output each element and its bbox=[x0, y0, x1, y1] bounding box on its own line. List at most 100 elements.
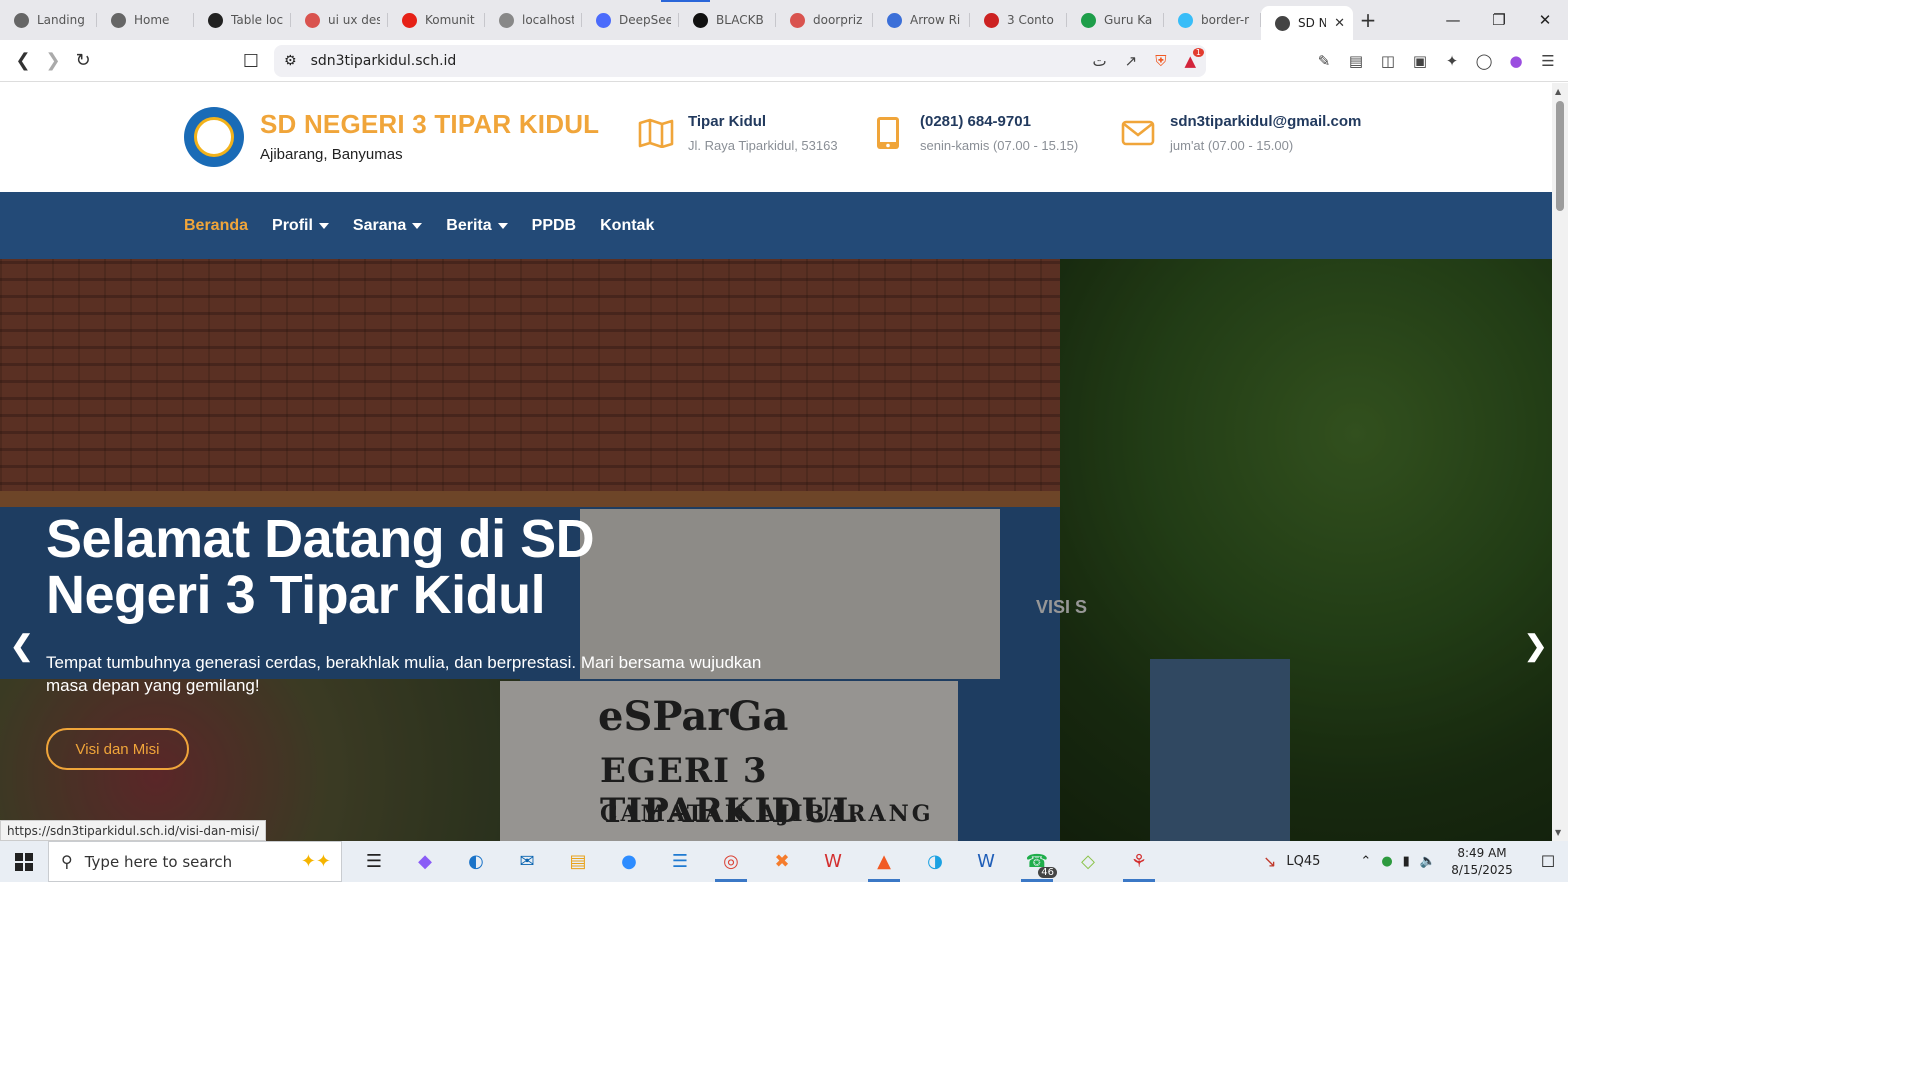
whatsapp-badge: 46 bbox=[1038, 867, 1057, 878]
stock-label[interactable]: LQ45 bbox=[1286, 854, 1320, 869]
clock[interactable]: 8:49 AM 8/15/2025 bbox=[1446, 845, 1518, 879]
browser-tab-label: 3 Conto bbox=[1007, 13, 1054, 27]
menu-icon[interactable]: ☰ bbox=[1538, 46, 1558, 76]
wps-icon[interactable]: W bbox=[813, 841, 853, 882]
taskbar-apps: ☰ ◆ ◐ ✉ ▤ ● ☰ ◎ ✖ W ▲ ◑ W ☎ 46 ◇ ⚘ bbox=[354, 841, 1159, 882]
next-slide-icon[interactable]: ❯ bbox=[1524, 629, 1547, 662]
browser-tab[interactable]: localhost bbox=[485, 4, 582, 36]
alert-icon bbox=[984, 12, 999, 28]
taskbar-search[interactable]: ⚲ Type here to search ✦✦ bbox=[48, 841, 342, 882]
chrome-icon[interactable]: ◎ bbox=[711, 841, 751, 882]
profile-icon[interactable]: ● bbox=[1506, 46, 1526, 76]
zoom-icon[interactable]: ● bbox=[609, 841, 649, 882]
back-icon[interactable]: ❮ bbox=[8, 46, 38, 76]
new-tab-button[interactable]: + bbox=[1353, 8, 1383, 32]
school-location: Ajibarang, Banyumas bbox=[260, 146, 403, 163]
close-window-icon[interactable]: ✕ bbox=[1522, 0, 1568, 40]
edge-dev-icon[interactable]: ◑ bbox=[915, 841, 955, 882]
nav-item-kontak[interactable]: Kontak bbox=[600, 217, 654, 235]
forward-icon[interactable]: ❯ bbox=[38, 46, 68, 76]
word-icon[interactable]: W bbox=[966, 841, 1006, 882]
browser-tab-label: Table loc bbox=[231, 13, 283, 27]
app-icon[interactable]: ⚘ bbox=[1119, 841, 1159, 882]
browser-tab[interactable]: 3 Conto bbox=[970, 4, 1067, 36]
browser-tab-label: Landing bbox=[37, 13, 85, 27]
browser-tab[interactable]: doorpriz bbox=[776, 4, 873, 36]
close-tab-icon[interactable]: ✕ bbox=[1334, 16, 1345, 31]
extensions-icon[interactable]: ✎ bbox=[1314, 46, 1334, 76]
school-name[interactable]: SD NEGERI 3 TIPAR KIDUL bbox=[260, 109, 599, 140]
nav-label: Kontak bbox=[600, 216, 655, 234]
sidebar-icon[interactable]: ◫ bbox=[1378, 46, 1398, 76]
maximize-icon[interactable]: ❐ bbox=[1476, 0, 1522, 40]
chevron-up-icon[interactable]: ⌃ bbox=[1360, 854, 1371, 869]
browser-tab[interactable]: Home bbox=[97, 4, 194, 36]
nav-item-beranda[interactable]: Beranda bbox=[184, 217, 248, 235]
scroll-down-icon[interactable]: ▼ bbox=[1555, 828, 1561, 837]
globe-icon bbox=[111, 12, 126, 28]
stock-icon[interactable]: ↘ bbox=[1263, 852, 1276, 871]
browser-tab[interactable]: DeepSee bbox=[582, 4, 679, 36]
visi-misi-button[interactable]: Visi dan Misi bbox=[46, 728, 189, 770]
reader-icon[interactable]: ▤ bbox=[1346, 46, 1366, 76]
sheet-icon bbox=[1081, 12, 1096, 28]
network-icon[interactable]: ● bbox=[1381, 854, 1392, 869]
system-tray: ↘ LQ45 ⌃ ● ▮ 🔈 8:49 AM 8/15/2025 ☐ bbox=[1263, 841, 1568, 882]
notification-icon[interactable]: ☐ bbox=[1528, 852, 1568, 871]
reload-icon[interactable]: ↻ bbox=[68, 46, 98, 76]
brave-shield-icon[interactable]: ⛨ bbox=[1155, 52, 1166, 70]
share-icon[interactable]: ↗ bbox=[1125, 52, 1138, 70]
phone-icon bbox=[870, 113, 906, 153]
scroll-up-icon[interactable]: ▲ bbox=[1555, 87, 1561, 96]
page-scrollbar[interactable]: ▲ ▼ bbox=[1552, 83, 1568, 841]
browser-tab[interactable]: ui ux des bbox=[291, 4, 388, 36]
wallet-icon[interactable]: ▣ bbox=[1410, 46, 1430, 76]
nav-item-sarana[interactable]: Sarana bbox=[353, 217, 423, 235]
browser-tab[interactable]: BLACKB bbox=[679, 4, 776, 36]
minimize-icon[interactable]: — bbox=[1430, 0, 1476, 40]
browser-tab[interactable]: Landing bbox=[0, 4, 97, 36]
copilot-icon[interactable]: ◆ bbox=[405, 841, 445, 882]
task-view-icon[interactable]: ☰ bbox=[354, 841, 394, 882]
windows-start-icon[interactable] bbox=[0, 841, 48, 882]
email-address[interactable]: sdn3tiparkidul@gmail.com bbox=[1170, 113, 1361, 130]
browser-tab[interactable]: Komunit bbox=[388, 4, 485, 36]
volume-icon[interactable]: 🔈 bbox=[1420, 854, 1436, 869]
status-url: https://sdn3tiparkidul.sch.id/visi-dan-m… bbox=[0, 820, 266, 841]
search-placeholder: Type here to search bbox=[84, 852, 233, 871]
phone-number[interactable]: (0281) 684-9701 bbox=[920, 113, 1078, 130]
address-bar[interactable]: ⚙ sdn3tiparkidul.sch.id ت ↗ ⛨ ▲ 1 bbox=[274, 45, 1206, 77]
browser-tab-label: localhost bbox=[522, 13, 574, 27]
translate-icon[interactable]: ت bbox=[1092, 52, 1106, 70]
outlook-icon[interactable]: ✉ bbox=[507, 841, 547, 882]
tab-loading-indicator bbox=[661, 0, 710, 2]
browser-tab[interactable]: Table loc bbox=[194, 4, 291, 36]
file-explorer-icon[interactable]: ▤ bbox=[558, 841, 598, 882]
xampp-icon[interactable]: ✖ bbox=[762, 841, 802, 882]
edge-icon[interactable]: ◐ bbox=[456, 841, 496, 882]
scrollbar-thumb[interactable] bbox=[1556, 101, 1564, 211]
vpn-icon[interactable]: ◯ bbox=[1474, 46, 1494, 76]
vscode-icon[interactable]: ☰ bbox=[660, 841, 700, 882]
brave-icon[interactable]: ▲ bbox=[864, 841, 904, 882]
browser-tab-label: ui ux des bbox=[328, 13, 380, 27]
whatsapp-icon[interactable]: ☎ 46 bbox=[1017, 841, 1057, 882]
address-title: Tipar Kidul bbox=[688, 113, 767, 130]
nav-label: Beranda bbox=[184, 216, 249, 234]
prev-slide-icon[interactable]: ❮ bbox=[10, 629, 33, 662]
battery-icon[interactable]: ▮ bbox=[1403, 854, 1410, 869]
school-logo-icon[interactable] bbox=[184, 107, 244, 167]
brave-rewards-icon[interactable]: ▲ 1 bbox=[1184, 48, 1204, 70]
browser-tab[interactable]: Guru Ka bbox=[1067, 4, 1164, 36]
browser-tab[interactable]: border-r bbox=[1164, 4, 1261, 36]
gem-icon[interactable]: ◇ bbox=[1068, 841, 1108, 882]
bookmark-icon[interactable]: ☐ bbox=[236, 46, 266, 76]
browser-tab-label: BLACKB bbox=[716, 13, 764, 27]
nav-item-berita[interactable]: Berita bbox=[446, 217, 508, 235]
leo-ai-icon[interactable]: ✦ bbox=[1442, 46, 1462, 76]
nav-item-ppdb[interactable]: PPDB bbox=[532, 217, 576, 235]
browser-tab[interactable]: SD N ✕ bbox=[1261, 6, 1353, 40]
nav-item-profil[interactable]: Profil bbox=[272, 217, 329, 235]
site-settings-icon[interactable]: ⚙ bbox=[284, 53, 297, 69]
browser-tab[interactable]: Arrow Ri bbox=[873, 4, 970, 36]
